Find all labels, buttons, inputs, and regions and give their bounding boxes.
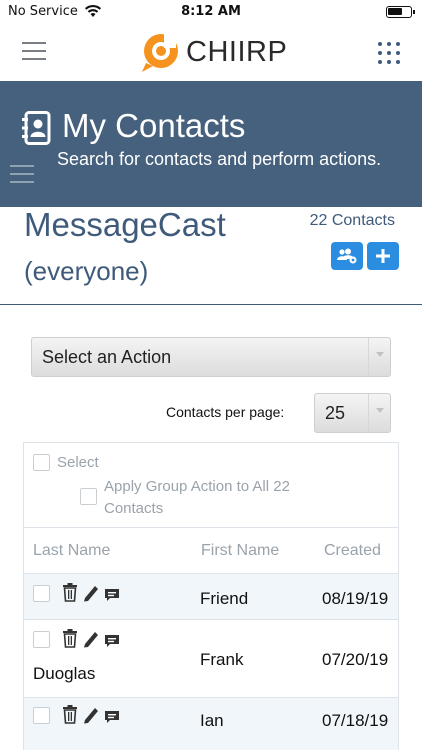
page-title: My Contacts [62, 107, 246, 144]
chat-bubble-icon[interactable] [103, 628, 121, 648]
pencil-icon[interactable] [82, 628, 100, 648]
per-page-select[interactable]: 25 [314, 393, 391, 433]
list-name: MessageCast [24, 206, 226, 243]
contacts-table: Select Apply Group Action to All 22 Cont… [23, 442, 399, 750]
trash-icon[interactable] [61, 628, 79, 648]
grid-dots-icon[interactable] [378, 42, 400, 64]
per-page-value: 25 [325, 403, 346, 423]
select-checkbox[interactable] [33, 454, 50, 471]
side-menu-icon[interactable] [10, 165, 34, 183]
section-divider [0, 304, 422, 305]
trash-icon[interactable] [61, 582, 79, 602]
action-select-value: Select an Action [42, 347, 172, 367]
contact-count: 22 Contacts [309, 212, 395, 229]
row-actions [61, 582, 124, 602]
battery-icon [386, 6, 415, 18]
page-subtitle: Search for contacts and perform actions. [57, 149, 382, 169]
clock: 8:12 AM [181, 4, 241, 19]
logo-wordmark: CHIIRP [186, 35, 288, 68]
header-divider [24, 527, 398, 528]
column-header-created[interactable]: Created [324, 542, 381, 560]
select-label: Select [57, 454, 99, 471]
app-bar: CHIIRP [0, 24, 422, 81]
add-contact-button[interactable] [367, 242, 399, 270]
row-checkbox[interactable] [33, 707, 50, 724]
chiirp-logo-icon [142, 34, 178, 72]
table-row: Friend 08/19/19 [24, 573, 398, 619]
status-bar: No Service 8:12 AM [0, 0, 422, 24]
row-checkbox[interactable] [33, 631, 50, 648]
column-header-last-name[interactable]: Last Name [33, 542, 110, 560]
hamburger-menu-icon[interactable] [22, 42, 46, 60]
apply-all-label: Apply Group Action to All 22 Contacts [104, 478, 290, 517]
row-actions [61, 704, 124, 724]
plus-icon [376, 249, 390, 263]
pencil-icon[interactable] [82, 704, 100, 724]
chat-bubble-icon[interactable] [103, 704, 121, 724]
chevron-down-icon [368, 338, 390, 376]
cell-first-name: Ian [200, 711, 224, 730]
row-actions [61, 628, 124, 648]
chat-bubble-icon[interactable] [103, 582, 121, 602]
app-logo[interactable]: CHIIRP [138, 30, 287, 74]
action-select[interactable]: Select an Action [31, 337, 391, 377]
cell-created: 07/18/19 [322, 711, 389, 730]
cell-created: 07/20/19 [322, 650, 389, 669]
group-settings-button[interactable] [331, 242, 363, 270]
table-row: Ian 07/18/19 [24, 697, 398, 750]
list-audience: (everyone) [24, 256, 149, 286]
users-gear-icon [337, 248, 357, 264]
chevron-down-icon [368, 394, 390, 432]
page-header: My Contacts Search for contacts and perf… [0, 81, 422, 207]
row-checkbox[interactable] [33, 585, 50, 602]
per-page-label: Contacts per page: [166, 404, 285, 420]
cell-last-name: Duoglas [33, 664, 96, 683]
pencil-icon[interactable] [82, 582, 100, 602]
apply-all-checkbox[interactable] [80, 488, 97, 505]
cell-created: 08/19/19 [322, 589, 389, 608]
cell-first-name: Frank [200, 650, 244, 669]
trash-icon[interactable] [61, 704, 79, 724]
cell-first-name: Friend [200, 589, 249, 608]
column-header-first-name[interactable]: First Name [201, 542, 279, 560]
contact-book-icon [22, 111, 51, 145]
table-row: Duoglas Frank 07/20/19 [24, 619, 398, 697]
